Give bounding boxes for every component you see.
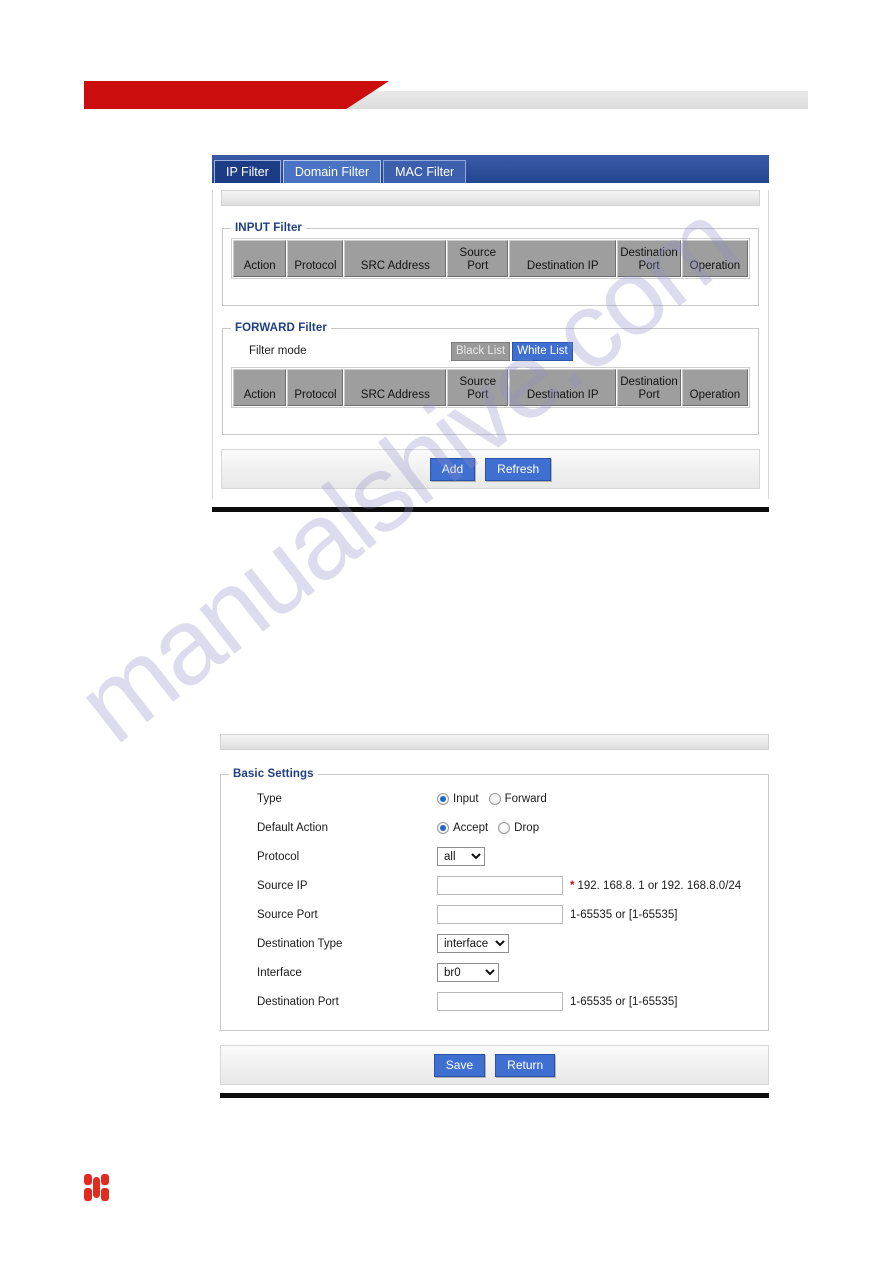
- source-port-input[interactable]: [437, 905, 563, 924]
- screenshot-one-bottom-rule: [212, 507, 769, 512]
- col-action[interactable]: Action: [233, 240, 287, 277]
- tab-ip-filter[interactable]: IP Filter: [214, 160, 281, 183]
- radio-type-input-label: Input: [453, 792, 479, 805]
- radio-action-accept[interactable]: [437, 821, 449, 834]
- row-type: Type Input Forward: [229, 784, 760, 813]
- label-destination-type: Destination Type: [257, 937, 343, 950]
- tab-mac-filter[interactable]: MAC Filter: [383, 160, 467, 183]
- destination-type-select[interactable]: interface: [437, 934, 509, 953]
- source-port-hint: 1-65535 or [1-65535]: [570, 908, 678, 921]
- label-source-port: Source Port: [257, 908, 318, 921]
- settings-status-band: [220, 734, 769, 750]
- forward-filter-legend: FORWARD Filter: [235, 322, 327, 334]
- tab-domain-filter[interactable]: Domain Filter: [282, 160, 382, 183]
- destination-port-hint: 1-65535 or [1-65535]: [570, 995, 678, 1008]
- forward-filter-header-row: Action Protocol SRC Address Source Port …: [233, 369, 748, 406]
- label-default-action: Default Action: [257, 821, 328, 834]
- destination-port-input[interactable]: [437, 992, 563, 1011]
- tab-ip-filter-label: IP Filter: [226, 165, 269, 179]
- row-source-ip: Source IP * 192. 168.8. 1 or 192. 168.8.0…: [229, 871, 760, 900]
- row-default-action: Default Action Accept Drop: [229, 813, 760, 842]
- brand-logo: [84, 1174, 110, 1202]
- filter-tabstrip: IP Filter Domain Filter MAC Filter: [212, 155, 769, 183]
- source-ip-hint-text: 192. 168.8. 1 or 192. 168.8.0/24: [577, 879, 742, 892]
- interface-select[interactable]: br0: [437, 963, 499, 982]
- row-destination-type: Destination Type interface: [229, 929, 760, 958]
- col-destination-ip[interactable]: Destination IP: [509, 240, 617, 277]
- required-marker: *: [570, 879, 575, 892]
- label-type: Type: [257, 792, 282, 805]
- status-band: [221, 190, 760, 206]
- ip-filter-screenshot: IP Filter Domain Filter MAC Filter INPUT…: [212, 155, 769, 512]
- filter-action-bar: Add Refresh: [221, 449, 760, 489]
- col-destination-port[interactable]: Destination Port: [617, 369, 681, 406]
- radio-type-forward[interactable]: [488, 792, 501, 805]
- row-destination-port: Destination Port 1-65535 or [1-65535]: [229, 987, 760, 1016]
- basic-settings-legend: Basic Settings: [233, 768, 314, 780]
- save-button[interactable]: Save: [433, 1053, 486, 1077]
- forward-filter-table: Action Protocol SRC Address Source Port …: [231, 367, 750, 408]
- input-filter-header-row: Action Protocol SRC Address Source Port …: [233, 240, 748, 277]
- radio-type-forward-label: Forward: [504, 792, 547, 805]
- black-list-button[interactable]: Black List: [451, 341, 511, 361]
- col-protocol[interactable]: Protocol: [287, 240, 344, 277]
- screenshot-two-bottom-rule: [220, 1093, 769, 1098]
- input-filter-table: Action Protocol SRC Address Source Port …: [231, 238, 750, 279]
- row-protocol: Protocol all: [229, 842, 760, 871]
- basic-settings-screenshot: Basic Settings Type Input Forward Defaul…: [220, 734, 769, 1098]
- source-ip-hint: * 192. 168.8. 1 or 192. 168.8.0/24: [570, 880, 741, 892]
- col-source-port[interactable]: Source Port: [447, 240, 509, 277]
- return-button[interactable]: Return: [495, 1053, 556, 1077]
- input-filter-panel: INPUT Filter Action Protocol SRC Address…: [222, 222, 759, 306]
- label-destination-port: Destination Port: [257, 995, 339, 1008]
- refresh-button[interactable]: Refresh: [485, 457, 552, 481]
- radio-action-drop-label: Drop: [514, 821, 540, 834]
- tab-domain-filter-label: Domain Filter: [294, 165, 370, 179]
- label-source-ip: Source IP: [257, 879, 308, 892]
- filter-panel-body: INPUT Filter Action Protocol SRC Address…: [212, 190, 769, 499]
- label-protocol: Protocol: [257, 850, 300, 863]
- basic-settings-panel: Basic Settings Type Input Forward Defaul…: [220, 768, 769, 1031]
- radio-type-input[interactable]: [437, 792, 449, 805]
- col-destination-ip[interactable]: Destination IP: [509, 369, 617, 406]
- header-red-accent: [84, 81, 389, 109]
- tab-mac-filter-label: MAC Filter: [395, 165, 455, 179]
- white-list-button[interactable]: White List: [512, 341, 573, 361]
- row-interface: Interface br0: [229, 958, 760, 987]
- col-protocol[interactable]: Protocol: [287, 369, 344, 406]
- col-src-address[interactable]: SRC Address: [344, 369, 447, 406]
- radio-action-drop[interactable]: [498, 821, 511, 834]
- page-header-banner: [84, 81, 808, 109]
- radio-action-accept-label: Accept: [453, 821, 489, 834]
- settings-action-bar: Save Return: [220, 1045, 769, 1085]
- add-button[interactable]: Add: [429, 457, 476, 481]
- input-filter-legend: INPUT Filter: [235, 222, 303, 234]
- label-interface: Interface: [257, 966, 302, 979]
- row-source-port: Source Port 1-65535 or [1-65535]: [229, 900, 760, 929]
- col-action[interactable]: Action: [233, 369, 287, 406]
- col-destination-port[interactable]: Destination Port: [617, 240, 681, 277]
- filter-mode-row: Filter mode Black List White List: [231, 341, 750, 361]
- input-filter-empty-rows: [231, 279, 750, 295]
- filter-mode-label: Filter mode: [249, 345, 307, 357]
- forward-filter-panel: FORWARD Filter Filter mode Black List Wh…: [222, 322, 759, 435]
- forward-filter-empty-rows: [231, 408, 750, 424]
- col-src-address[interactable]: SRC Address: [344, 240, 447, 277]
- col-operation[interactable]: Operation: [681, 240, 748, 277]
- col-source-port[interactable]: Source Port: [447, 369, 509, 406]
- source-ip-input[interactable]: [437, 876, 563, 895]
- col-operation[interactable]: Operation: [681, 369, 748, 406]
- protocol-select[interactable]: all: [437, 847, 485, 866]
